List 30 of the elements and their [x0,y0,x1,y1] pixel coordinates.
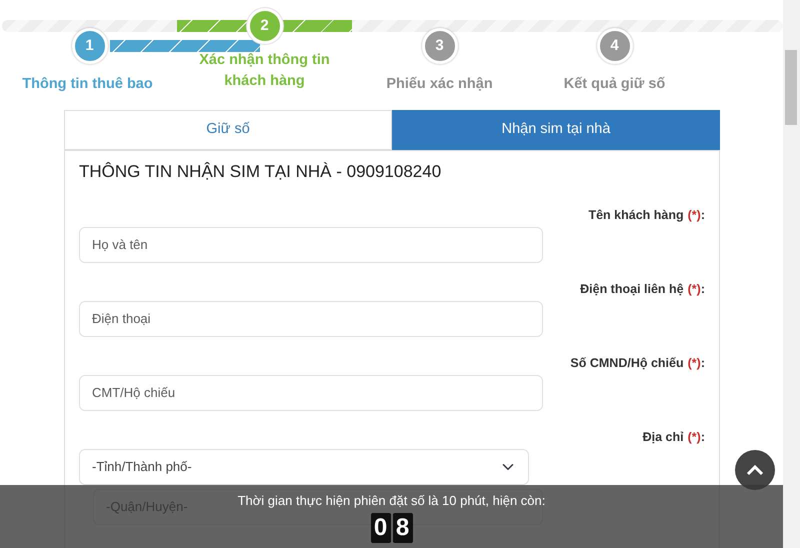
field-label-text: Địa chỉ [642,428,684,444]
text-input[interactable]: Điện thoại [79,300,543,336]
label-colon: : [700,280,705,296]
label-colon: : [700,428,705,444]
required-mark: (*) [688,280,701,296]
dropdown[interactable]: -Tỉnh/Thành phố- [79,448,529,484]
timer-message: Thời gian thực hiện phiên đặt số là 10 phút, hiện còn: [238,492,546,510]
step-label: Xác nhận thông tin khách hàng [198,51,331,91]
scrollbar[interactable] [783,0,800,548]
step-label: Kết quả giữ số [562,75,666,94]
step-label: Thông tin thuê bao [21,75,154,94]
form-title: THÔNG TIN NHẬN SIM TẠI NHÀ - 0909108240 [79,161,442,183]
required-mark: (*) [688,354,701,370]
tab[interactable]: Nhận sim tại nhà [392,110,720,150]
step-label: Phiếu xác nhận [385,75,494,94]
required-mark: (*) [688,428,701,444]
countdown-digit: 0 [370,512,390,542]
chevron-up-icon [746,464,764,476]
label-colon: : [700,206,705,222]
field-label-text: Điện thoại liên hệ [580,280,684,296]
scrollbar-thumb[interactable] [785,50,797,125]
field-label-text: Tên khách hàng [588,206,684,222]
step-number: 2 [246,8,282,44]
countdown-digit: 8 [392,512,412,542]
tab[interactable]: Giữ số [64,110,392,150]
text-input[interactable]: CMT/Hộ chiếu [79,374,543,410]
label-colon: : [700,354,705,370]
field-label-text: Số CMND/Hộ chiếu [570,354,684,370]
text-input[interactable]: Họ và tên [79,226,543,262]
required-mark: (*) [688,206,701,222]
